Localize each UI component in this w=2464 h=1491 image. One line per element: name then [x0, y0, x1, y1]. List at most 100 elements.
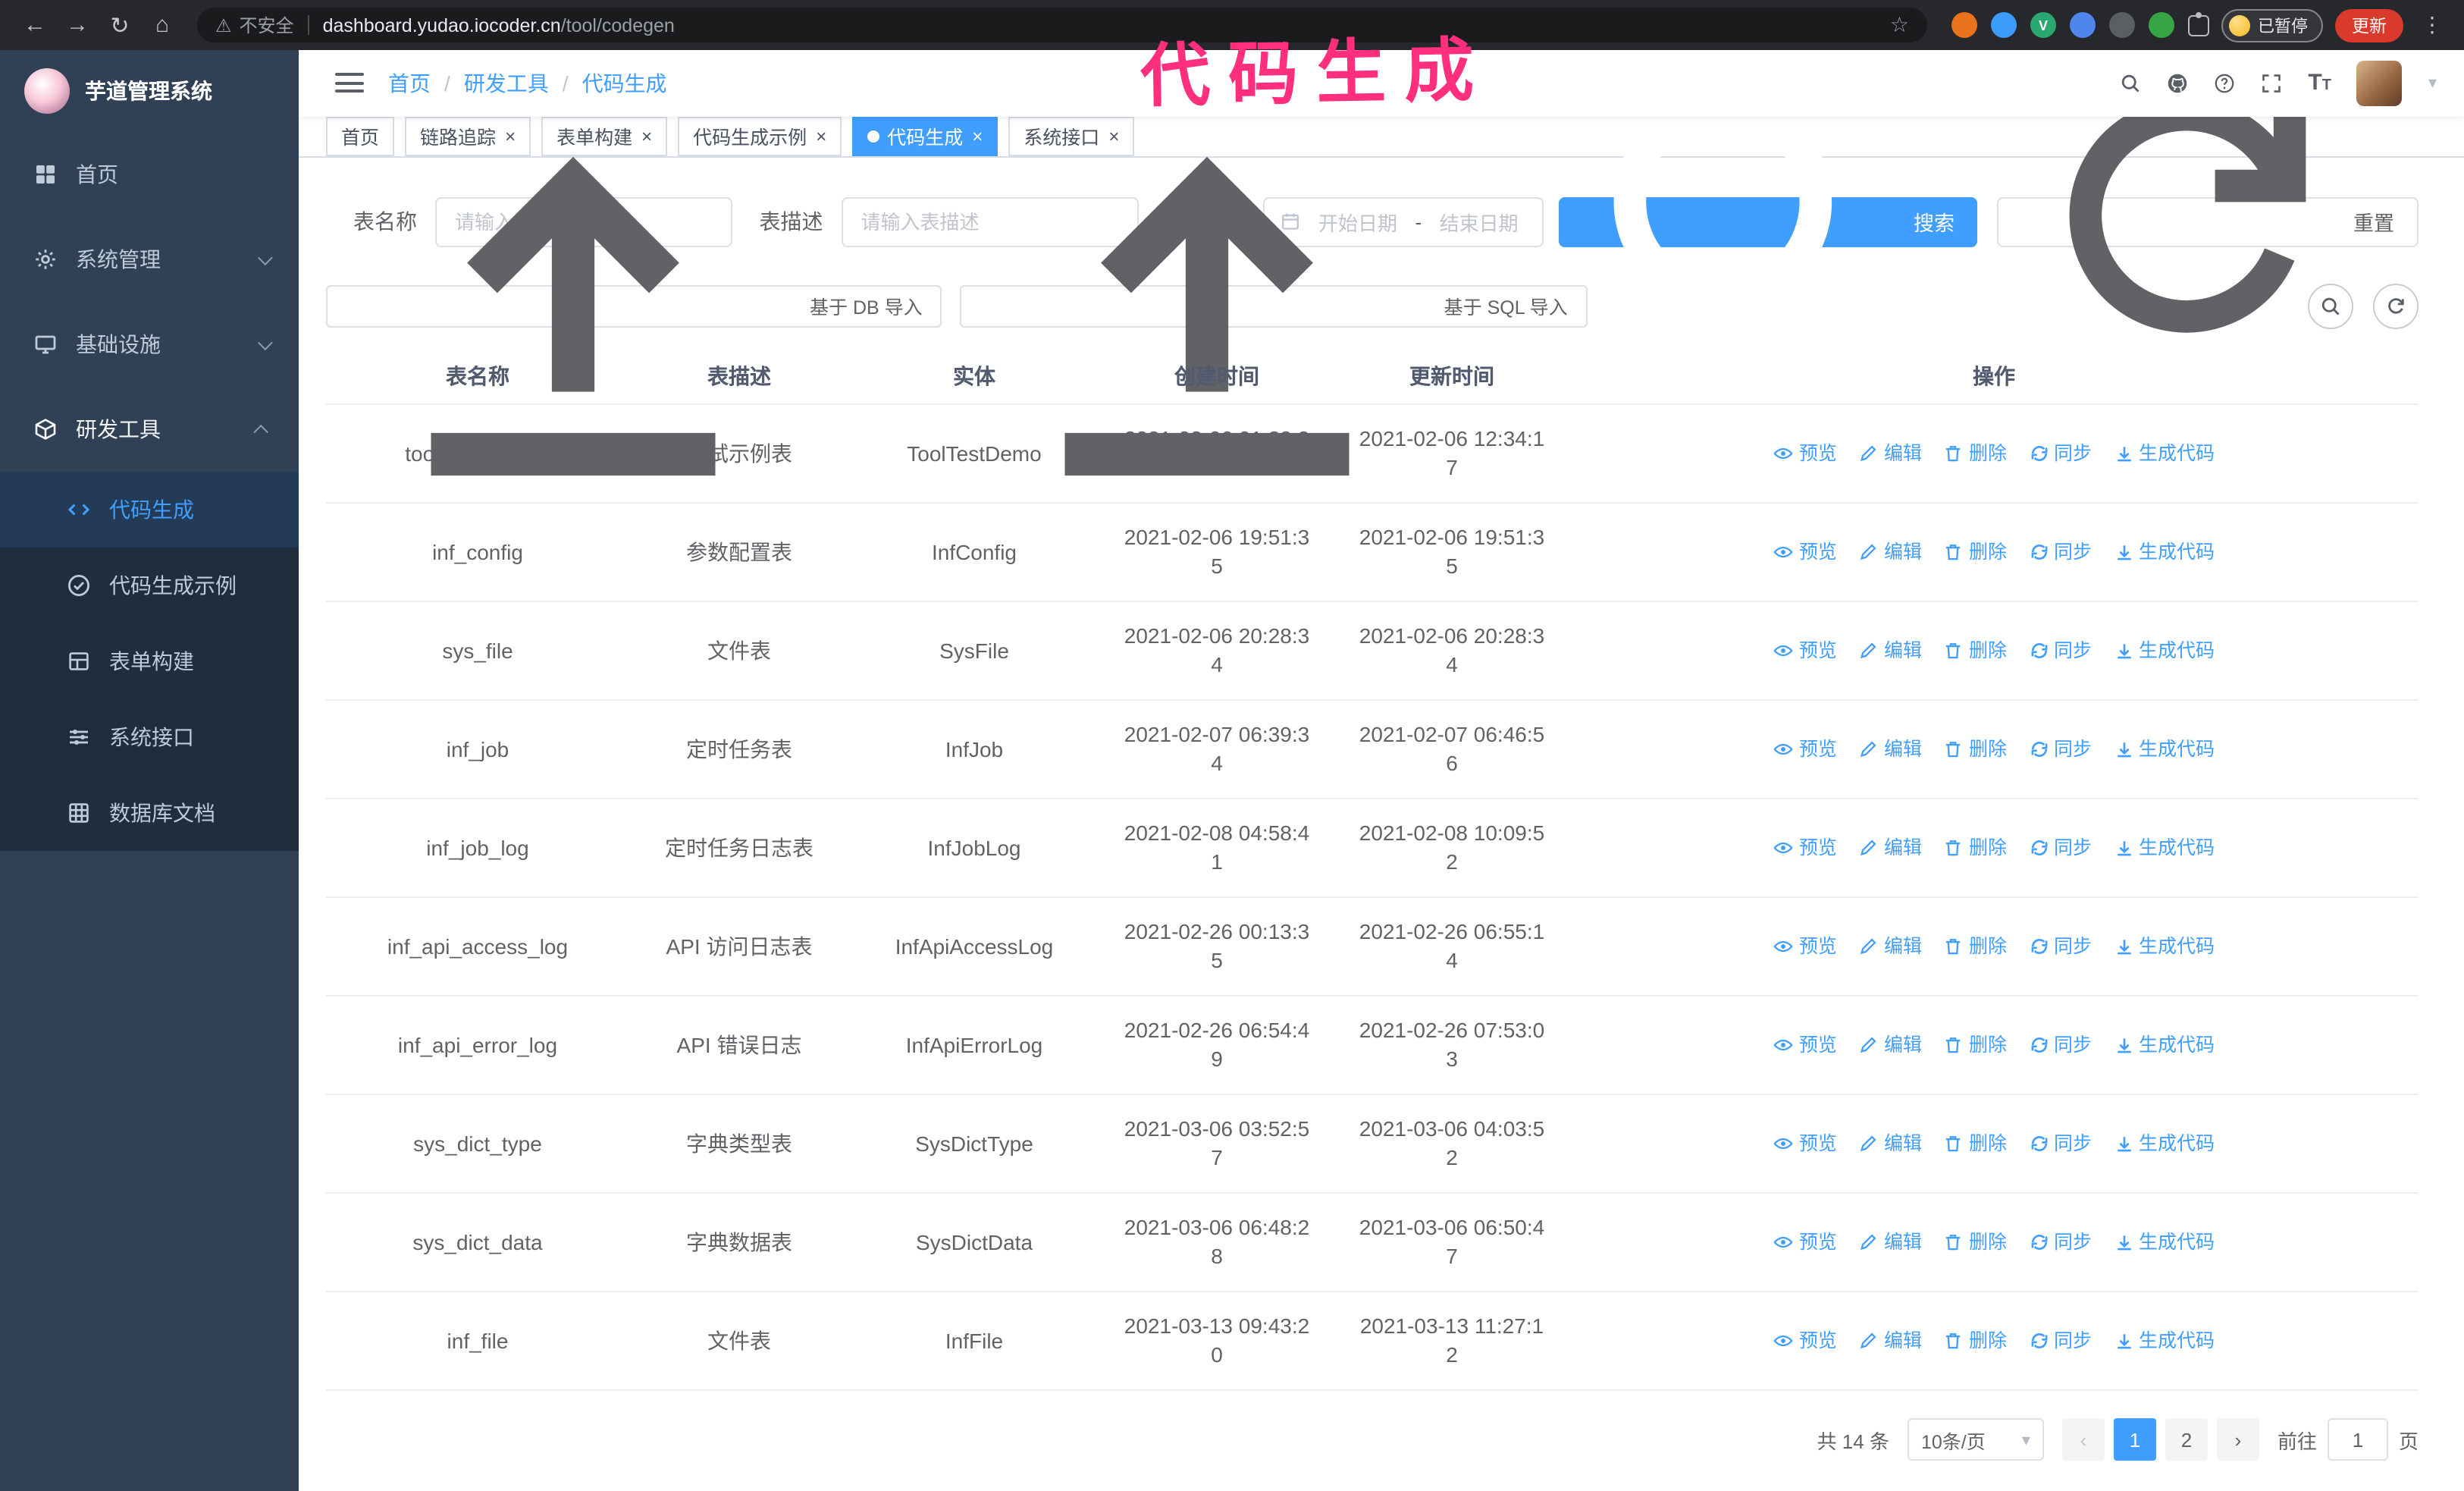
sidebar-item-home[interactable]: 首页 — [0, 132, 299, 217]
delete-link[interactable]: 删除 — [1943, 538, 2007, 567]
generate-code-link[interactable]: 生成代码 — [2113, 1031, 2215, 1059]
sync-link[interactable]: 同步 — [2028, 1031, 2092, 1059]
preview-link[interactable]: 预览 — [1773, 735, 1837, 764]
generate-code-link[interactable]: 生成代码 — [2113, 932, 2215, 961]
tab-codegen[interactable]: 代码生成 × — [852, 116, 998, 155]
edit-link[interactable]: 编辑 — [1858, 1228, 1922, 1257]
preview-link[interactable]: 预览 — [1773, 932, 1837, 961]
delete-link[interactable]: 删除 — [1943, 439, 2007, 468]
vue-devtools-icon[interactable]: V — [2030, 12, 2056, 38]
sidebar-item-codegen-example[interactable]: 代码生成示例 — [0, 548, 299, 623]
sidebar-item-db-doc[interactable]: 数据库文档 — [0, 775, 299, 851]
sync-link[interactable]: 同步 — [2028, 1129, 2092, 1158]
preview-link[interactable]: 预览 — [1773, 1326, 1837, 1355]
browser-menu-icon[interactable]: ⋮ — [2415, 12, 2449, 38]
edit-link[interactable]: 编辑 — [1858, 735, 1922, 764]
sync-link[interactable]: 同步 — [2028, 1326, 2092, 1355]
generate-code-link[interactable]: 生成代码 — [2113, 833, 2215, 862]
delete-link[interactable]: 删除 — [1943, 833, 2007, 862]
generate-code-link[interactable]: 生成代码 — [2113, 538, 2215, 567]
edit-link[interactable]: 编辑 — [1858, 932, 1922, 961]
sync-link[interactable]: 同步 — [2028, 439, 2092, 468]
delete-link[interactable]: 删除 — [1943, 1129, 2007, 1158]
preview-link[interactable]: 预览 — [1773, 833, 1837, 862]
browser-update-button[interactable]: 更新 — [2335, 8, 2403, 42]
bookmark-star-icon[interactable]: ☆ — [1890, 12, 1909, 38]
delete-link[interactable]: 删除 — [1943, 735, 2007, 764]
forward-icon[interactable]: → — [58, 5, 97, 45]
generate-code-link[interactable]: 生成代码 — [2113, 1129, 2215, 1158]
generate-code-link[interactable]: 生成代码 — [2113, 1326, 2215, 1355]
preview-link[interactable]: 预览 — [1773, 439, 1837, 468]
delete-link[interactable]: 删除 — [1943, 932, 2007, 961]
sidebar-item-codegen[interactable]: 代码生成 — [0, 472, 299, 548]
chevron-down-icon[interactable]: ▾ — [2428, 74, 2437, 93]
back-icon[interactable]: ← — [15, 5, 55, 45]
preview-link[interactable]: 预览 — [1773, 1129, 1837, 1158]
delete-link[interactable]: 删除 — [1943, 1031, 2007, 1059]
sync-link[interactable]: 同步 — [2028, 833, 2092, 862]
edit-link[interactable]: 编辑 — [1858, 538, 1922, 567]
import-db-button[interactable]: 基于 DB 导入 — [326, 155, 942, 476]
sync-link[interactable]: 同步 — [2028, 932, 2092, 961]
search-icon[interactable] — [2120, 73, 2141, 94]
edit-link[interactable]: 编辑 — [1858, 636, 1922, 665]
refresh-table-button[interactable] — [2373, 283, 2419, 328]
sidebar-item-system[interactable]: 系统管理 — [0, 217, 299, 302]
delete-link[interactable]: 删除 — [1943, 1228, 2007, 1257]
extension-icon[interactable] — [1991, 12, 2017, 38]
fullscreen-icon[interactable] — [2261, 73, 2282, 94]
delete-link[interactable]: 删除 — [1943, 636, 2007, 665]
delete-link[interactable]: 删除 — [1943, 1326, 2007, 1355]
reset-button[interactable]: 重置 — [1997, 97, 2419, 332]
edit-link[interactable]: 编辑 — [1858, 439, 1922, 468]
next-page-button[interactable]: › — [2216, 1418, 2259, 1461]
sync-link[interactable]: 同步 — [2028, 1228, 2092, 1257]
page-button-1[interactable]: 1 — [2113, 1418, 2156, 1461]
sidebar-item-api[interactable]: 系统接口 — [0, 699, 299, 775]
generate-code-link[interactable]: 生成代码 — [2113, 636, 2215, 665]
help-icon[interactable] — [2214, 73, 2235, 94]
edit-link[interactable]: 编辑 — [1858, 1129, 1922, 1158]
import-sql-button[interactable]: 基于 SQL 导入 — [960, 155, 1588, 476]
toggle-search-button[interactable] — [2308, 283, 2353, 328]
goto-page-input[interactable] — [2327, 1418, 2388, 1461]
hamburger-icon[interactable] — [335, 73, 364, 93]
page-size-select[interactable]: 10条/页 ▾ — [1907, 1418, 2044, 1461]
prev-page-button[interactable]: ‹ — [2061, 1418, 2105, 1461]
home-icon[interactable]: ⌂ — [143, 5, 182, 45]
extension-icon[interactable] — [2070, 12, 2096, 38]
extension-icon[interactable] — [2149, 12, 2174, 38]
sync-link[interactable]: 同步 — [2028, 538, 2092, 567]
extensions-puzzle-icon[interactable] — [2188, 11, 2209, 36]
font-size-icon[interactable]: TT — [2308, 71, 2331, 96]
extension-icon[interactable] — [2109, 12, 2135, 38]
preview-link[interactable]: 预览 — [1773, 636, 1837, 665]
github-icon[interactable] — [2167, 73, 2188, 94]
sync-link[interactable]: 同步 — [2028, 636, 2092, 665]
edit-link[interactable]: 编辑 — [1858, 1326, 1922, 1355]
breadcrumb-devtools[interactable]: 研发工具 — [464, 68, 549, 99]
preview-link[interactable]: 预览 — [1773, 538, 1837, 567]
generate-code-link[interactable]: 生成代码 — [2113, 1228, 2215, 1257]
generate-code-link[interactable]: 生成代码 — [2113, 439, 2215, 468]
close-icon[interactable]: × — [816, 127, 826, 145]
preview-link[interactable]: 预览 — [1773, 1031, 1837, 1059]
reload-icon[interactable]: ↻ — [100, 5, 140, 45]
edit-link[interactable]: 编辑 — [1858, 1031, 1922, 1059]
generate-code-link[interactable]: 生成代码 — [2113, 735, 2215, 764]
sidebar-item-devtools[interactable]: 研发工具 — [0, 387, 299, 472]
preview-link[interactable]: 预览 — [1773, 1228, 1837, 1257]
sync-link[interactable]: 同步 — [2028, 735, 2092, 764]
sidebar-item-infra[interactable]: 基础设施 — [0, 302, 299, 387]
sidebar-item-form-builder[interactable]: 表单构建 — [0, 623, 299, 699]
user-avatar[interactable] — [2356, 60, 2403, 106]
breadcrumb-home[interactable]: 首页 — [388, 68, 431, 99]
extension-icon[interactable] — [1951, 12, 1977, 38]
pencil-icon — [1858, 640, 1879, 661]
address-bar[interactable]: ⚠ 不安全 dashboard.yudao.iocoder.cn /tool/c… — [197, 8, 1927, 42]
page-button-2[interactable]: 2 — [2165, 1418, 2208, 1461]
search-button[interactable]: 搜索 — [1559, 92, 1977, 354]
browser-profile-chip[interactable]: 已暂停 — [2221, 8, 2323, 42]
edit-link[interactable]: 编辑 — [1858, 833, 1922, 862]
